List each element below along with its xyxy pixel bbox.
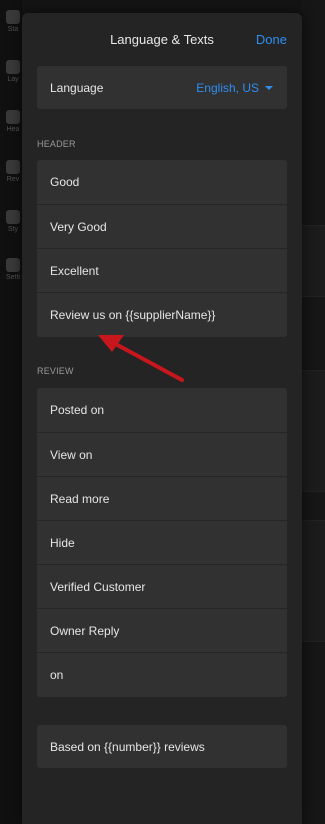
review-text-item-verified-customer[interactable]: Verified Customer — [37, 564, 287, 608]
language-label: Language — [50, 80, 104, 95]
background-sidebar-label: Sty — [7, 226, 19, 233]
list-item-label: Good — [50, 175, 80, 189]
stats-icon — [6, 10, 20, 24]
section-title-review: REVIEW — [37, 366, 74, 376]
section-title-header: HEADER — [37, 139, 76, 149]
background-sidebar: Sta Lay Hea Rev Sty Setti — [0, 0, 22, 824]
background-sidebar-item: Hea — [4, 110, 22, 133]
review-text-item-read-more[interactable]: Read more — [37, 476, 287, 520]
review-text-item-on[interactable]: on — [37, 652, 287, 697]
background-card — [302, 520, 325, 642]
done-button[interactable]: Done — [256, 32, 287, 47]
list-item-label: Review us on {{supplierName}} — [50, 308, 216, 322]
list-item-label: Posted on — [50, 403, 105, 417]
language-value-text: English, US — [196, 80, 259, 95]
background-sidebar-label: Lay — [7, 76, 19, 83]
list-item-label: Very Good — [50, 219, 107, 234]
background-sidebar-label: Rev — [6, 176, 20, 183]
background-sidebar-item: Rev — [4, 160, 22, 183]
review-text-item-hide[interactable]: Hide — [37, 520, 287, 564]
language-select[interactable]: Language English, US — [37, 66, 287, 109]
list-item-label: on — [50, 668, 64, 682]
background-card — [302, 225, 325, 297]
reviews-count-text-item[interactable]: Based on {{number}} reviews — [37, 725, 287, 768]
language-value[interactable]: English, US — [196, 66, 273, 109]
review-text-item-posted-on[interactable]: Posted on — [37, 388, 287, 432]
reviews-icon — [6, 160, 20, 174]
caret-down-icon — [265, 85, 273, 90]
background-sidebar-label: Hea — [6, 126, 20, 133]
background-sidebar-item: Lay — [4, 60, 22, 83]
list-item-label: Hide — [50, 535, 75, 550]
background-sidebar-label: Setti — [5, 274, 20, 281]
list-item-label: Read more — [50, 491, 110, 506]
background-sidebar-label: Sta — [7, 26, 19, 33]
review-text-item-view-on[interactable]: View on — [37, 432, 287, 476]
review-text-item-owner-reply[interactable]: Owner Reply — [37, 608, 287, 652]
settings-gear-icon — [6, 258, 20, 272]
list-item-label: Verified Customer — [50, 579, 146, 594]
background-sidebar-item: Sta — [4, 10, 22, 33]
style-icon — [6, 210, 20, 224]
header-text-item-good[interactable]: Good — [37, 160, 287, 204]
header-icon — [6, 110, 20, 124]
layout-icon — [6, 60, 20, 74]
header-text-item-review-us[interactable]: Review us on {{supplierName}} — [37, 292, 287, 337]
header-text-item-excellent[interactable]: Excellent — [37, 248, 287, 292]
list-item-label: Based on {{number}} reviews — [50, 739, 205, 754]
panel-header: Language & Texts Done — [22, 13, 302, 67]
background-sidebar-item: Setti — [4, 258, 22, 281]
list-item-label: View on — [50, 447, 93, 462]
list-item-label: Owner Reply — [50, 623, 120, 638]
background-card — [302, 370, 325, 492]
list-item-label: Excellent — [50, 263, 99, 278]
background-sidebar-item: Sty — [4, 210, 22, 233]
language-texts-panel: Language & Texts Done Language English, … — [22, 13, 302, 824]
header-text-item-very-good[interactable]: Very Good — [37, 204, 287, 248]
